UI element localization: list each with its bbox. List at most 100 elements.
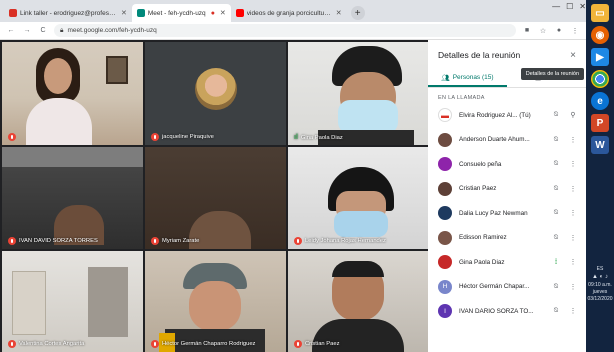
- more-options-icon[interactable]: ⋮: [568, 234, 578, 242]
- profile-icon[interactable]: ●: [554, 27, 564, 34]
- participant-row[interactable]: Anderson Duarte Ahum... ⍉ ⋮: [428, 128, 586, 153]
- mic-off-icon: ⍉: [553, 209, 559, 217]
- screen: Link taller - erodriguez@profesor... ✕ M…: [0, 0, 614, 352]
- participant-row[interactable]: Cristian Paez ⍉ ⋮: [428, 177, 586, 202]
- panel-header: Detalles de la reunión ×: [428, 40, 586, 70]
- browser-tab-2[interactable]: Meet - feh-ycdh-uzq ● ✕: [131, 4, 231, 22]
- chrome-icon[interactable]: [591, 70, 609, 88]
- participant-name: jacqueline Piraquive: [151, 133, 214, 141]
- more-options-icon[interactable]: ⋮: [568, 209, 578, 217]
- participant-name: ıl Gina Paola Diaz: [294, 134, 343, 141]
- participant-name: Consuelo peña: [459, 160, 502, 168]
- close-icon[interactable]: ✕: [220, 9, 226, 17]
- close-icon[interactable]: ✕: [121, 9, 127, 17]
- meet-icon: [136, 9, 145, 17]
- more-options-icon[interactable]: ⋮: [568, 160, 578, 168]
- url-text: meet.google.com/feh-ycdh-uzq: [67, 27, 157, 34]
- avatar: [195, 68, 237, 110]
- new-tab-button[interactable]: +: [350, 6, 365, 20]
- recording-dot-icon: ●: [210, 9, 215, 17]
- media-player-icon[interactable]: ▶: [591, 48, 609, 66]
- panel-title: Detalles de la reunión: [438, 50, 521, 60]
- participant-video: [332, 261, 384, 277]
- mic-off-icon: [8, 237, 16, 245]
- edge-icon[interactable]: e: [591, 92, 609, 110]
- more-options-icon[interactable]: ⋮: [568, 283, 578, 291]
- mic-off-icon: ⍉: [553, 184, 559, 192]
- youtube-icon: [235, 9, 244, 17]
- participant-row[interactable]: ▬ Elvira Rodriguez Al... (Tú) ⍉ ⚲: [428, 103, 586, 128]
- mic-off-icon: ⍉: [553, 111, 559, 119]
- video-tile[interactable]: Héctor Germán Chaparro Rodriguez: [145, 251, 286, 352]
- pin-icon[interactable]: ⚲: [568, 111, 578, 119]
- mic-off-icon: ⍉: [553, 233, 559, 241]
- lock-icon: 🔒︎: [60, 26, 64, 34]
- browser-tab-3[interactable]: videos de granja porcicultura - Yo... ✕: [231, 4, 347, 22]
- participant-name: Cristian Paez: [459, 185, 497, 193]
- language-indicator[interactable]: ES: [586, 266, 614, 273]
- mic-off-icon: ⍉: [553, 135, 559, 143]
- maximize-icon[interactable]: ☐: [566, 2, 573, 11]
- meeting-details-panel: Detalles de la reunión × 👥︎ Personas (15…: [428, 40, 586, 352]
- participant-name: IVAN DAVID SORZA TORRES: [8, 237, 98, 245]
- close-icon[interactable]: ×: [570, 50, 576, 61]
- participant-name: Cristian Paez: [294, 340, 339, 348]
- participant-row[interactable]: I IVAN DARIO SORZA TO... ⍉ ⋮: [428, 299, 586, 324]
- avatar: [438, 206, 452, 221]
- word-icon[interactable]: W: [591, 136, 609, 154]
- more-options-icon[interactable]: ⋮: [568, 185, 578, 193]
- more-options-icon[interactable]: ⋮: [568, 258, 578, 266]
- people-list: ▬ Elvira Rodriguez Al... (Tú) ⍉ ⚲ Anderson D…: [428, 103, 586, 324]
- video-tile[interactable]: Valentina Cortes Angarita: [2, 251, 143, 352]
- people-icon: 👥︎: [441, 74, 450, 82]
- camera-icon[interactable]: ■: [522, 27, 532, 34]
- firefox-icon[interactable]: ◉: [591, 26, 609, 44]
- tray-icons: ▲ ◐ ♪: [592, 274, 608, 281]
- video-tile[interactable]: jacqueline Piraquive: [145, 42, 286, 145]
- avatar: [438, 157, 452, 172]
- participant-name: [8, 133, 19, 141]
- video-tile[interactable]: ıl Gina Paola Diaz: [288, 42, 428, 145]
- back-icon[interactable]: ←: [6, 27, 16, 34]
- star-icon[interactable]: ☆: [538, 27, 548, 35]
- participant-row[interactable]: Dalia Lucy Paz Newman ⍉ ⋮: [428, 201, 586, 226]
- mic-off-icon: [151, 340, 159, 348]
- participant-name: Dalia Lucy Paz Newman: [459, 209, 528, 217]
- speaking-icon: ıl: [294, 134, 298, 141]
- video-tile[interactable]: Leidy Johana Rojas Hernandez: [288, 147, 428, 249]
- gmail-icon: [9, 9, 17, 17]
- more-options-icon[interactable]: ⋮: [568, 307, 578, 315]
- video-tile[interactable]: IVAN DAVID SORZA TORRES: [2, 147, 143, 249]
- menu-icon[interactable]: ⋮: [570, 27, 580, 35]
- avatar: I: [438, 304, 452, 319]
- participant-row[interactable]: Gina Paola Diaz ⁞ ⋮: [428, 250, 586, 275]
- window-controls: — ☐ ✕: [552, 2, 586, 11]
- video-tile[interactable]: Myriam Zarate: [145, 147, 286, 249]
- participant-row[interactable]: H Héctor Germán Chapar... ⍉ ⋮: [428, 275, 586, 300]
- clock-date: 03/12/2020: [587, 296, 613, 303]
- participant-video: [26, 98, 92, 145]
- participant-row[interactable]: Edisson Ramirez ⍉ ⋮: [428, 226, 586, 251]
- video-tile[interactable]: [2, 42, 143, 145]
- minimize-icon[interactable]: —: [552, 2, 560, 11]
- reload-icon[interactable]: C: [38, 27, 48, 34]
- avatar: [438, 132, 452, 147]
- mic-off-icon: [8, 133, 16, 141]
- url-field[interactable]: 🔒︎ meet.google.com/feh-ycdh-uzq: [54, 24, 516, 37]
- browser-tab-1[interactable]: Link taller - erodriguez@profesor... ✕: [4, 4, 132, 22]
- clock-time[interactable]: 09:10 a.m.: [586, 282, 614, 289]
- file-explorer-icon[interactable]: ▭: [591, 4, 609, 22]
- powerpoint-icon[interactable]: P: [591, 114, 609, 132]
- video-grid: jacqueline Piraquive ıl Gina Paola Diaz I…: [0, 40, 428, 352]
- close-window-icon[interactable]: ✕: [579, 2, 586, 11]
- speaking-icon: ⁞: [554, 258, 558, 266]
- forward-icon[interactable]: →: [22, 27, 32, 34]
- close-icon[interactable]: ✕: [336, 9, 342, 17]
- participant-row[interactable]: Consuelo peña ⍉ ⋮: [428, 152, 586, 177]
- participant-name: Edisson Ramirez: [459, 234, 507, 242]
- participant-name: Elvira Rodriguez Al... (Tú): [459, 111, 531, 119]
- more-options-icon[interactable]: ⋮: [568, 136, 578, 144]
- video-tile[interactable]: Cristian Paez: [288, 251, 428, 352]
- tab-people[interactable]: 👥︎ Personas (15): [428, 70, 507, 87]
- mic-off-icon: [151, 133, 159, 141]
